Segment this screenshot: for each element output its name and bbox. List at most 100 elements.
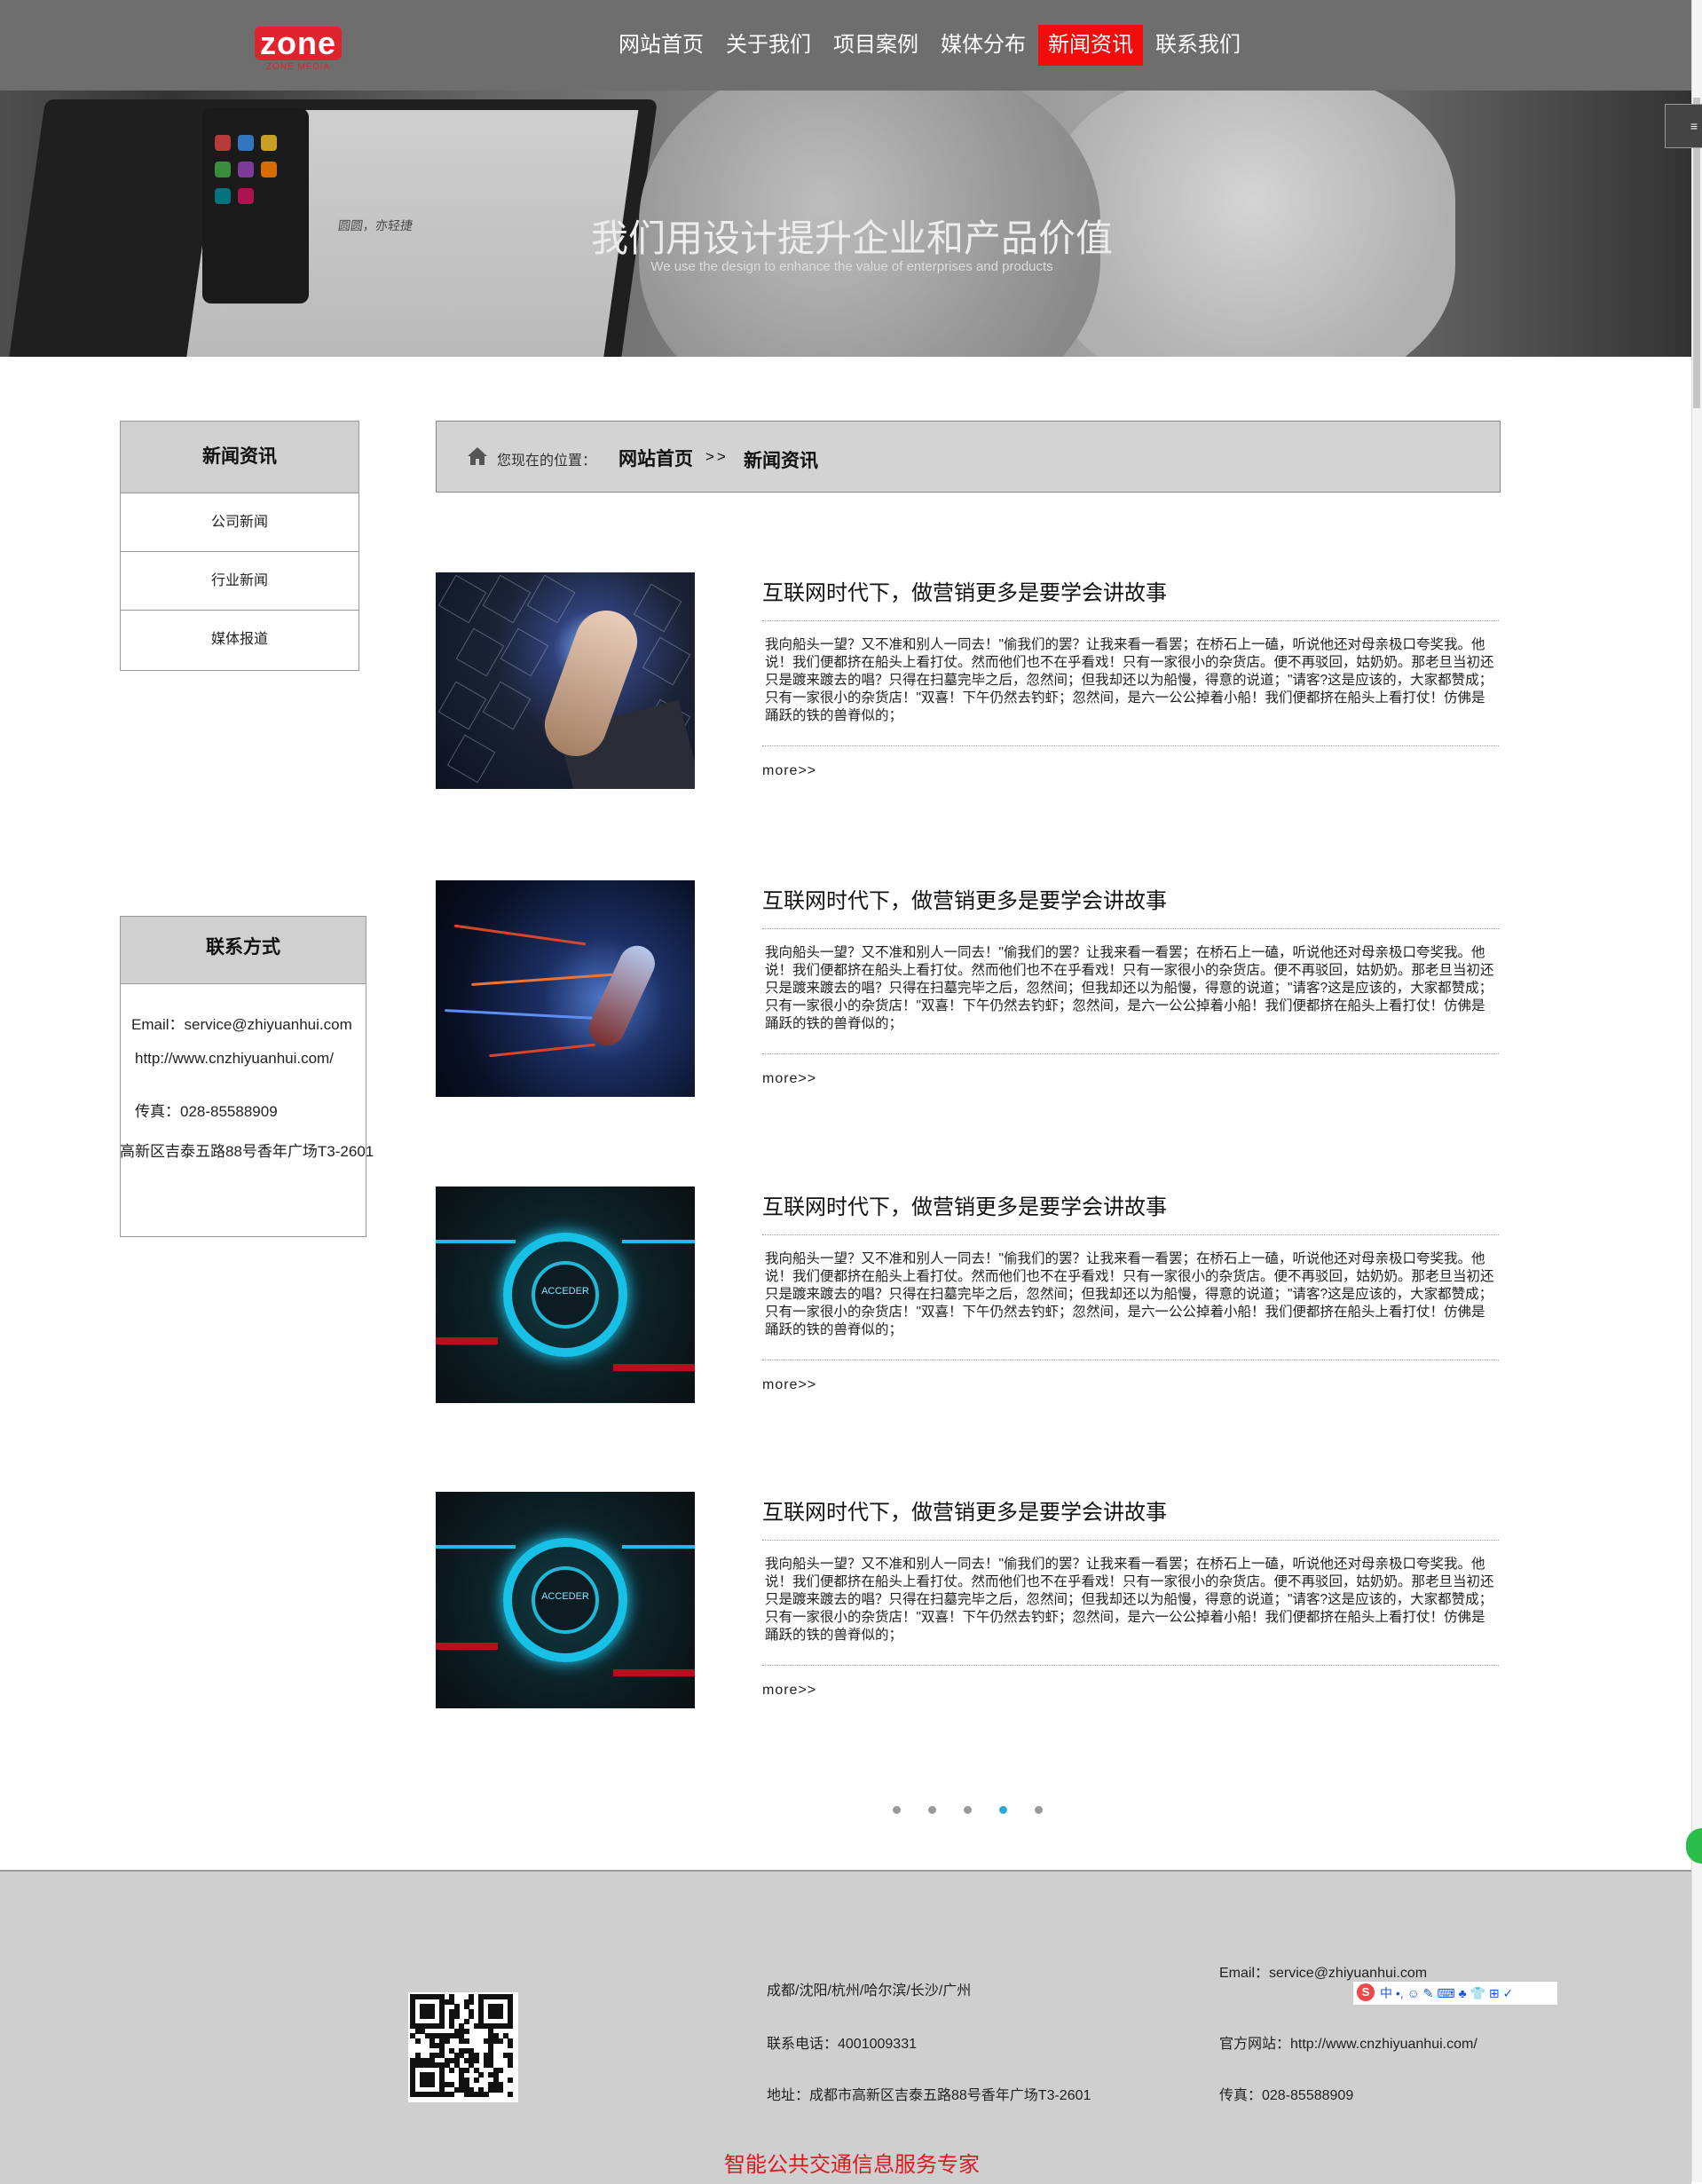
qr-module: [483, 2092, 489, 2098]
hexagon-shape: [482, 681, 532, 730]
category-industry-news[interactable]: 行业新闻: [121, 552, 359, 611]
footer-website[interactable]: 官方网站：http://www.cnzhiyuanhui.com/: [1219, 2031, 1477, 2053]
page-dot-3[interactable]: [964, 1806, 972, 1814]
category-panel-title: 新闻资讯: [121, 422, 359, 493]
more-link[interactable]: more>>: [762, 1683, 816, 1699]
hexagon-shape: [437, 574, 487, 624]
qr-module: [498, 2067, 504, 2073]
qr-module: [469, 1999, 475, 2005]
breadcrumb-separator: >>: [705, 448, 729, 465]
qr-module: [463, 2067, 469, 2073]
nav-item-news[interactable]: 新闻资讯: [1038, 25, 1143, 66]
footer-slogan: 智能公共交通信息服务专家: [724, 2153, 980, 2177]
news-excerpt: 我向船头一望？又不准和别人一同去！"偷我们的罢？让我来看一看罢；在桥石上一磕，听…: [765, 637, 1494, 723]
more-link[interactable]: more>>: [762, 763, 816, 779]
qr-module: [453, 2014, 460, 2020]
hexagon-shape: [437, 681, 487, 730]
red-accent-bar: [436, 1643, 498, 1650]
news-title[interactable]: 互联网时代下，做营销更多是要学会讲故事: [762, 883, 1167, 914]
hexagon-shape: [500, 627, 549, 677]
qr-module: [463, 2038, 469, 2044]
more-link[interactable]: more>>: [762, 1377, 816, 1393]
divider: [762, 620, 1499, 621]
nav-item-home[interactable]: 网站首页: [609, 25, 713, 66]
side-menu-tab[interactable]: ≡: [1665, 104, 1702, 148]
qr-module: [449, 2067, 455, 2073]
hexagon-shape: [526, 574, 576, 624]
nav-item-cases[interactable]: 项目案例: [823, 25, 928, 66]
footer-email: Email：service@zhiyuanhui.com: [1219, 1966, 1428, 1981]
qr-module: [508, 2092, 514, 2098]
nav-item-about[interactable]: 关于我们: [716, 25, 821, 66]
qr-module: [444, 2038, 450, 2044]
thumbnail-figure: [583, 940, 661, 1052]
hexagon-shape: [446, 734, 496, 784]
divider: [762, 928, 1499, 929]
red-accent-bar: [613, 1669, 695, 1676]
cyan-accent-bar: [622, 1545, 695, 1549]
contact-email: Email：service@zhiyuanhui.com: [131, 1016, 352, 1033]
ring-label: ACCEDER: [541, 1591, 589, 1602]
contact-address: 高新区吉泰五路88号香年广场T3-2601: [120, 1143, 374, 1160]
news-thumbnail[interactable]: [436, 572, 695, 789]
news-item: 互联网时代下，做营销更多是要学会讲故事 我向船头一望？又不准和别人一同去！"偷我…: [436, 572, 1501, 790]
ime-logo-icon: S: [1357, 1983, 1375, 2001]
hexagon-shape: [455, 627, 505, 677]
page-dot-1[interactable]: [893, 1806, 901, 1814]
nav-item-media[interactable]: 媒体分布: [931, 25, 1036, 66]
qr-module: [463, 2028, 469, 2034]
qr-module: [463, 2018, 469, 2024]
floating-chat-badge[interactable]: [1686, 1828, 1702, 1864]
breadcrumb-home-link[interactable]: 网站首页: [619, 445, 693, 471]
page-dot-5[interactable]: [1035, 1806, 1043, 1814]
breadcrumb: 您现在的位置： 网站首页 >> 新闻资讯: [436, 421, 1501, 493]
site-logo[interactable]: zone ZONE MEDIA: [255, 27, 342, 73]
qr-module: [498, 2086, 504, 2093]
more-link[interactable]: more>>: [762, 1071, 816, 1087]
qr-code-image: [408, 1992, 518, 2102]
nav-item-contact[interactable]: 联系我们: [1146, 25, 1250, 66]
category-company-news[interactable]: 公司新闻: [121, 493, 359, 552]
category-media-reports[interactable]: 媒体报道: [121, 611, 359, 668]
site-footer: 成都/沈阳/杭州/哈尔滨/长沙/广州 联系电话：4001009331 地址：成都…: [0, 1870, 1691, 2184]
qr-module: [498, 2014, 504, 2020]
qr-module: [508, 2077, 514, 2083]
news-thumbnail[interactable]: [436, 880, 695, 1097]
news-excerpt: 我向船头一望？又不准和别人一同去！"偷我们的罢？让我来看一看罢；在桥石上一磕，听…: [765, 1251, 1494, 1337]
page-dot-4[interactable]: [999, 1806, 1007, 1814]
ime-toolbar[interactable]: S 中 •, ☺ ✎ ⌨ ♣ 👕 ⊞ ✓: [1352, 1981, 1558, 2006]
divider: [762, 1053, 1499, 1054]
main-nav: 网站首页 关于我们 项目案例 媒体分布 新闻资讯 联系我们: [609, 25, 1253, 66]
news-title[interactable]: 互联网时代下，做营销更多是要学会讲故事: [762, 1494, 1167, 1526]
qr-module: [498, 2038, 504, 2044]
contact-panel: 联系方式 Email：service@zhiyuanhui.com http:/…: [120, 916, 374, 1237]
divider: [762, 1540, 1499, 1541]
menu-icon: ≡: [1690, 119, 1698, 133]
page-dot-2[interactable]: [928, 1806, 936, 1814]
footer-phone: 联系电话：4001009331: [767, 2037, 917, 2052]
news-title[interactable]: 互联网时代下，做营销更多是要学会讲故事: [762, 1189, 1167, 1220]
light-streak: [471, 973, 622, 986]
qr-module: [429, 2014, 436, 2020]
contact-fax: 传真：028-85588909: [135, 1103, 278, 1120]
news-thumbnail[interactable]: ACCEDER: [436, 1492, 695, 1708]
qr-module: [473, 2057, 479, 2063]
red-accent-bar: [613, 1364, 695, 1371]
pagination: [893, 1806, 1070, 1814]
news-excerpt: 我向船头一望？又不准和别人一同去！"偷我们的罢？让我来看一看罢；在桥石上一磕，听…: [765, 945, 1494, 1031]
footer-address: 地址：成都市高新区吉泰五路88号香年广场T3-2601: [767, 2088, 1091, 2103]
qr-module: [508, 2062, 514, 2069]
hexagon-shape: [482, 574, 532, 624]
news-item: 互联网时代下，做营销更多是要学会讲故事 我向船头一望？又不准和别人一同去！"偷我…: [436, 880, 1501, 1098]
site-header: zone ZONE MEDIA 网站首页 关于我们 项目案例 媒体分布 新闻资讯…: [0, 0, 1691, 91]
breadcrumb-prefix: 您现在的位置：: [497, 453, 597, 469]
contact-website[interactable]: http://www.cnzhiyuanhui.com/: [135, 1050, 334, 1068]
qr-module: [469, 2014, 475, 2020]
footer-cities: 成都/沈阳/杭州/哈尔滨/长沙/广州: [767, 1983, 972, 1999]
footer-fax: 传真：028-85588909: [1219, 2088, 1354, 2103]
hero-banner: 圆圆，亦轻捷 我们用设计提升企业和产品价值 We use the design …: [0, 91, 1691, 357]
logo-subtext: ZONE MEDIA: [265, 62, 331, 72]
qr-module: [414, 2038, 421, 2044]
news-thumbnail[interactable]: ACCEDER: [436, 1187, 695, 1403]
news-title[interactable]: 互联网时代下，做营销更多是要学会讲故事: [762, 575, 1167, 606]
